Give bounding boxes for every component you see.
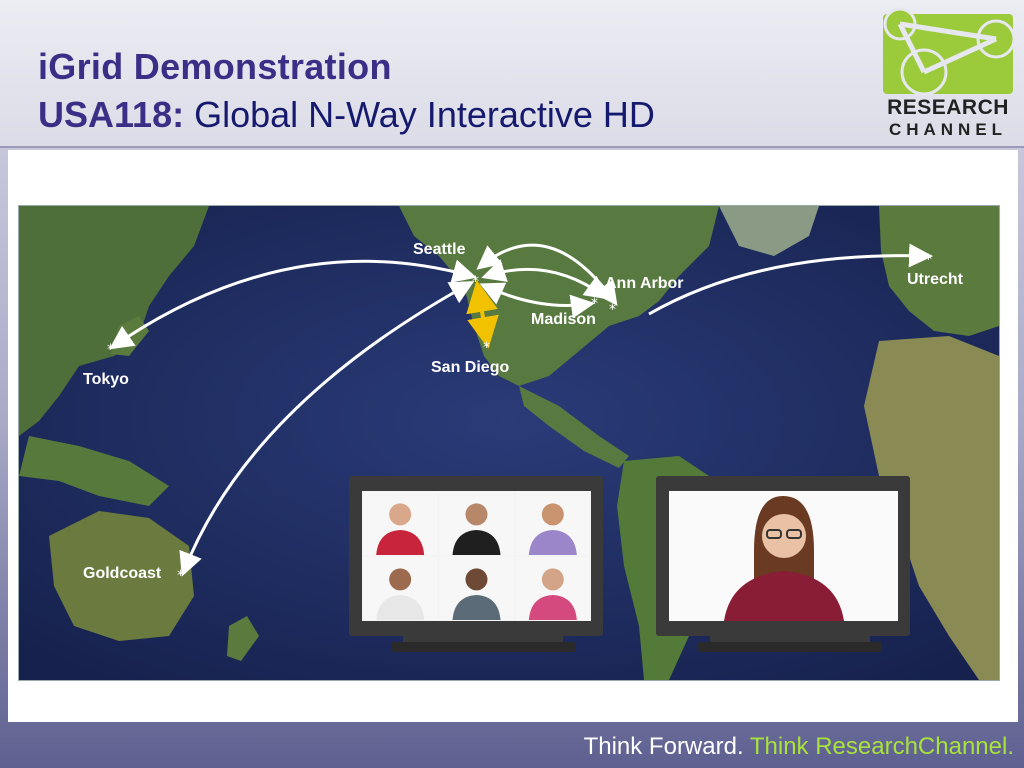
label-madison: Madison	[531, 311, 596, 328]
tagline-part1: Think Forward.	[583, 733, 744, 760]
person-face	[762, 514, 806, 558]
marker-madison: *	[591, 296, 598, 312]
tagline-part2: Think ResearchChannel.	[749, 733, 1014, 760]
participant-tile	[439, 557, 514, 620]
marker-seattle: *	[472, 274, 479, 290]
participant-head	[389, 503, 412, 526]
label-seattle: Seattle	[413, 241, 466, 258]
logo-wordmark-top: RESEARCH	[887, 96, 1009, 119]
footer-tagline: Think Forward. Think ResearchChannel.	[584, 733, 1014, 761]
marker-utrecht: *	[925, 252, 932, 268]
marker-tokyo: *	[107, 342, 114, 358]
marker-goldcoast: *	[177, 568, 184, 584]
marker-sandiego: *	[483, 340, 490, 356]
subtitle-code: USA118:	[38, 94, 185, 135]
participant-tile	[363, 557, 438, 620]
participant-tile	[515, 492, 590, 555]
participant-tile	[439, 492, 514, 555]
label-utrecht: Utrecht	[907, 271, 964, 288]
logo-wordmark-bottom: CHANNEL	[888, 120, 1008, 139]
participant-head	[465, 568, 488, 591]
slide-subtitle: USA118: Global N-Way Interactive HD	[38, 94, 655, 136]
participant-head	[465, 503, 488, 526]
map-svg: * * * * * * * Seattle Ann Arbor Madison …	[19, 206, 999, 680]
participant-head	[541, 503, 564, 526]
label-goldcoast: Goldcoast	[83, 565, 162, 582]
hd-display-single	[656, 476, 910, 652]
label-sandiego: San Diego	[431, 359, 509, 376]
participant-head	[541, 568, 564, 591]
subtitle-text: Global N-Way Interactive HD	[194, 94, 655, 135]
participant-tile	[515, 557, 590, 620]
participant-head	[389, 568, 412, 591]
label-tokyo: Tokyo	[83, 371, 129, 388]
participant-tile	[363, 492, 438, 555]
slide-header: iGrid Demonstration USA118: Global N-Way…	[0, 0, 1024, 148]
slide-title: iGrid Demonstration	[38, 46, 392, 87]
marker-annarbor: *	[609, 302, 616, 318]
label-annarbor: Ann Arbor	[605, 275, 684, 292]
world-map: * * * * * * * Seattle Ann Arbor Madison …	[18, 205, 1000, 681]
hd-display-grid	[349, 476, 603, 652]
